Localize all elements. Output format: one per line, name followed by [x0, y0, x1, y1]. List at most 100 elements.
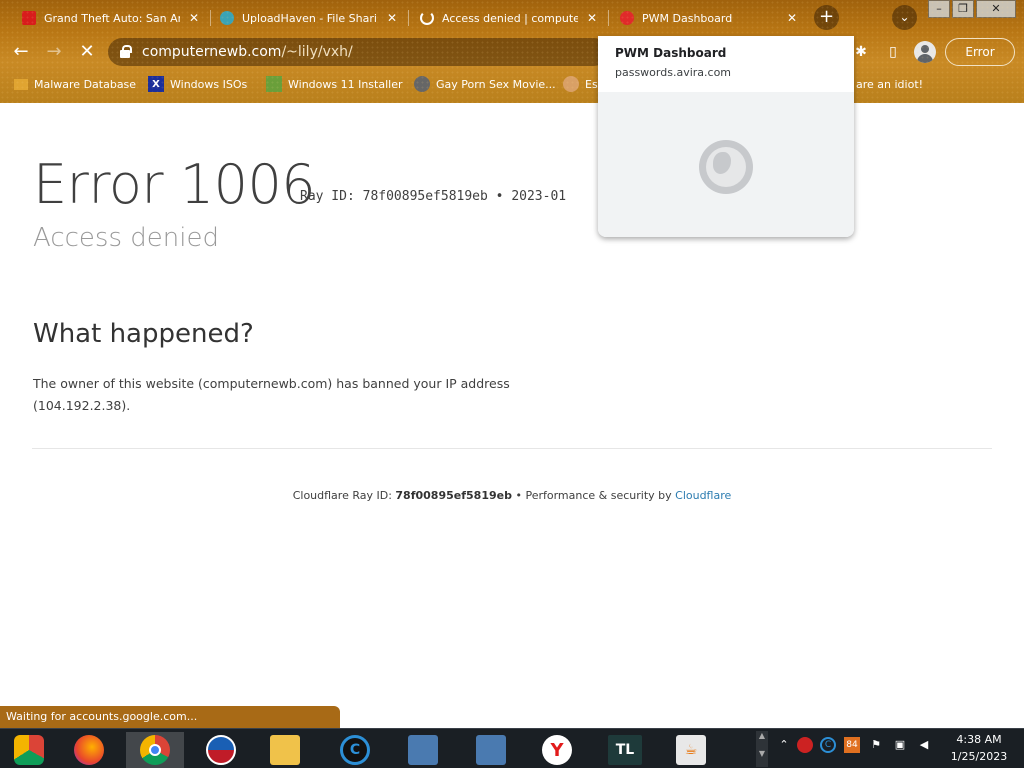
bookmark-label: are an idiot! [856, 77, 924, 91]
yandex-icon: Y [542, 735, 572, 765]
url-path: /~lily/vxh/ [281, 44, 353, 60]
close-icon[interactable]: ✕ [784, 11, 800, 25]
stop-button[interactable]: ✕ [74, 39, 100, 65]
taskbar-tl[interactable]: TL [596, 732, 654, 768]
lock-icon [120, 45, 132, 58]
tab-uploadhaven[interactable]: UploadHaven - File Sharing ✕ [212, 4, 408, 32]
tray-app-icon[interactable] [797, 737, 813, 753]
footer-ray-id: 78f00895ef5819eb [395, 489, 512, 502]
tab-separator [210, 10, 211, 26]
new-tab-button[interactable]: + [814, 5, 839, 30]
avira-icon [620, 11, 634, 25]
bookmarks-bar: Malware Database X Windows ISOs Windows … [0, 69, 1024, 99]
system-clock[interactable]: 4:38 AM 1/25/2023 [944, 731, 1014, 765]
taskbar-ccleaner[interactable]: C [326, 732, 384, 768]
url-text[interactable]: computernewb.com/~lily/vxh/ [142, 44, 353, 60]
bookmark-gay-porn[interactable]: Gay Porn Sex Movie... [414, 75, 556, 93]
bookmark-label: Windows ISOs [170, 77, 248, 91]
profile-avatar[interactable] [914, 41, 936, 63]
bookmark-label: Windows 11 Installer [288, 77, 403, 91]
face-icon [563, 76, 579, 92]
hover-card-title: PWM Dashboard [615, 46, 727, 60]
error-button[interactable]: Error [945, 38, 1015, 66]
tab-separator [408, 10, 409, 26]
tab-access-denied[interactable]: Access denied | computernewb.com ✕ [412, 4, 608, 32]
chrome-os-icon [14, 735, 44, 765]
volume-icon[interactable]: ◀ [916, 737, 932, 753]
side-panel-icon[interactable]: ▯ [882, 41, 904, 63]
flag-icon[interactable]: ⚑ [868, 737, 884, 753]
footer-prefix: Cloudflare Ray ID: [292, 489, 396, 502]
taskbar-yandex[interactable]: Y [528, 732, 586, 768]
minimize-button[interactable]: – [928, 0, 950, 18]
bookmark-windows-isos[interactable]: X Windows ISOs [148, 75, 247, 93]
ray-id: Ray ID: 78f00895ef5819eb • 2023-01 [300, 189, 567, 204]
close-icon[interactable]: ✕ [186, 11, 202, 25]
tl-icon: TL [608, 735, 642, 765]
globe-icon [414, 76, 430, 92]
taskbar-installer-2[interactable] [462, 732, 520, 768]
screen: Grand Theft Auto: San Andreas ✕ UploadHa… [0, 0, 1024, 768]
cloudflare-link[interactable]: Cloudflare [675, 489, 731, 502]
forward-button[interactable]: → [41, 39, 67, 65]
tab-separator [608, 10, 609, 26]
bookmark-idiot[interactable]: are an idiot! [856, 75, 923, 93]
tab-title: Access denied | computernewb.com [442, 11, 578, 25]
error-description: The owner of this website (computernewb.… [33, 376, 510, 413]
start-button[interactable] [0, 732, 58, 768]
tab-hover-card: PWM Dashboard passwords.avira.com [598, 36, 854, 237]
taskbar-obama[interactable] [192, 732, 250, 768]
obama-icon [206, 735, 236, 765]
network-icon[interactable]: ▣ [892, 737, 908, 753]
close-icon[interactable]: ✕ [584, 11, 600, 25]
bookmark-malware-database[interactable]: Malware Database [14, 75, 136, 93]
divider [32, 448, 992, 449]
error-subtitle: Access denied [33, 223, 219, 253]
tab-gta[interactable]: Grand Theft Auto: San Andreas ✕ [14, 4, 210, 32]
taskbar-chrome[interactable] [126, 732, 184, 768]
hover-card-header: PWM Dashboard passwords.avira.com [598, 36, 854, 92]
image-icon [266, 76, 282, 92]
tab-pwm-dashboard[interactable]: PWM Dashboard ✕ [612, 4, 808, 32]
cloud-icon [220, 11, 234, 25]
spinner-icon [420, 11, 434, 25]
installer-icon [408, 735, 438, 765]
hover-card-preview [598, 92, 854, 237]
chrome-icon [140, 735, 170, 765]
close-icon[interactable]: ✕ [384, 11, 400, 25]
tl-label: TL [615, 742, 635, 758]
taskbar: C Y TL ☕ ▲ ▼ ⌃ C 84 ⚑ ▣ ◀ 4:38 AM 1/25/20… [0, 728, 1024, 768]
hover-card-domain: passwords.avira.com [615, 66, 732, 79]
maximize-button[interactable]: ❐ [952, 0, 974, 18]
folder-icon [14, 78, 28, 90]
page-content: Error 1006 Ray ID: 78f00895ef5819eb • 20… [0, 103, 1024, 728]
globe-icon [699, 140, 753, 194]
tab-title: PWM Dashboard [642, 11, 733, 25]
section-heading: What happened? [33, 319, 254, 349]
badge-84-icon[interactable]: 84 [844, 737, 860, 753]
back-button[interactable]: ← [8, 39, 34, 65]
ccleaner-tray-icon[interactable]: C [820, 737, 836, 753]
taskbar-firefox[interactable] [60, 732, 118, 768]
installer2-icon [476, 735, 506, 765]
tab-search-button[interactable]: ⌄ [892, 5, 917, 30]
footer-performance: • Performance & security by [511, 489, 676, 502]
show-hidden-icons[interactable]: ⌃ [776, 737, 792, 753]
close-window-button[interactable]: ✕ [976, 0, 1016, 18]
x-icon: X [148, 76, 164, 92]
ccleaner-icon: C [340, 735, 370, 765]
tab-title: UploadHaven - File Sharing [242, 11, 378, 25]
bookmark-windows-11-installer[interactable]: Windows 11 Installer [266, 75, 403, 93]
status-bubble: Waiting for accounts.google.com... [0, 706, 340, 728]
clock-time: 4:38 AM [956, 733, 1002, 746]
address-bar[interactable]: computernewb.com/~lily/vxh/ [108, 38, 608, 66]
taskbar-file-explorer[interactable] [256, 732, 314, 768]
bookmark-es[interactable]: Es [563, 75, 598, 93]
url-host: computernewb.com [142, 44, 282, 60]
tab-title: Grand Theft Auto: San Andreas [44, 11, 180, 25]
taskbar-installer[interactable] [394, 732, 452, 768]
java-icon: ☕ [676, 735, 706, 765]
taskbar-java[interactable]: ☕ [662, 732, 720, 768]
taskbar-scroll[interactable]: ▲ ▼ [756, 731, 768, 767]
toolbar: ← → ✕ computernewb.com/~lily/vxh/ ✱ ▯ Er… [0, 35, 1024, 69]
